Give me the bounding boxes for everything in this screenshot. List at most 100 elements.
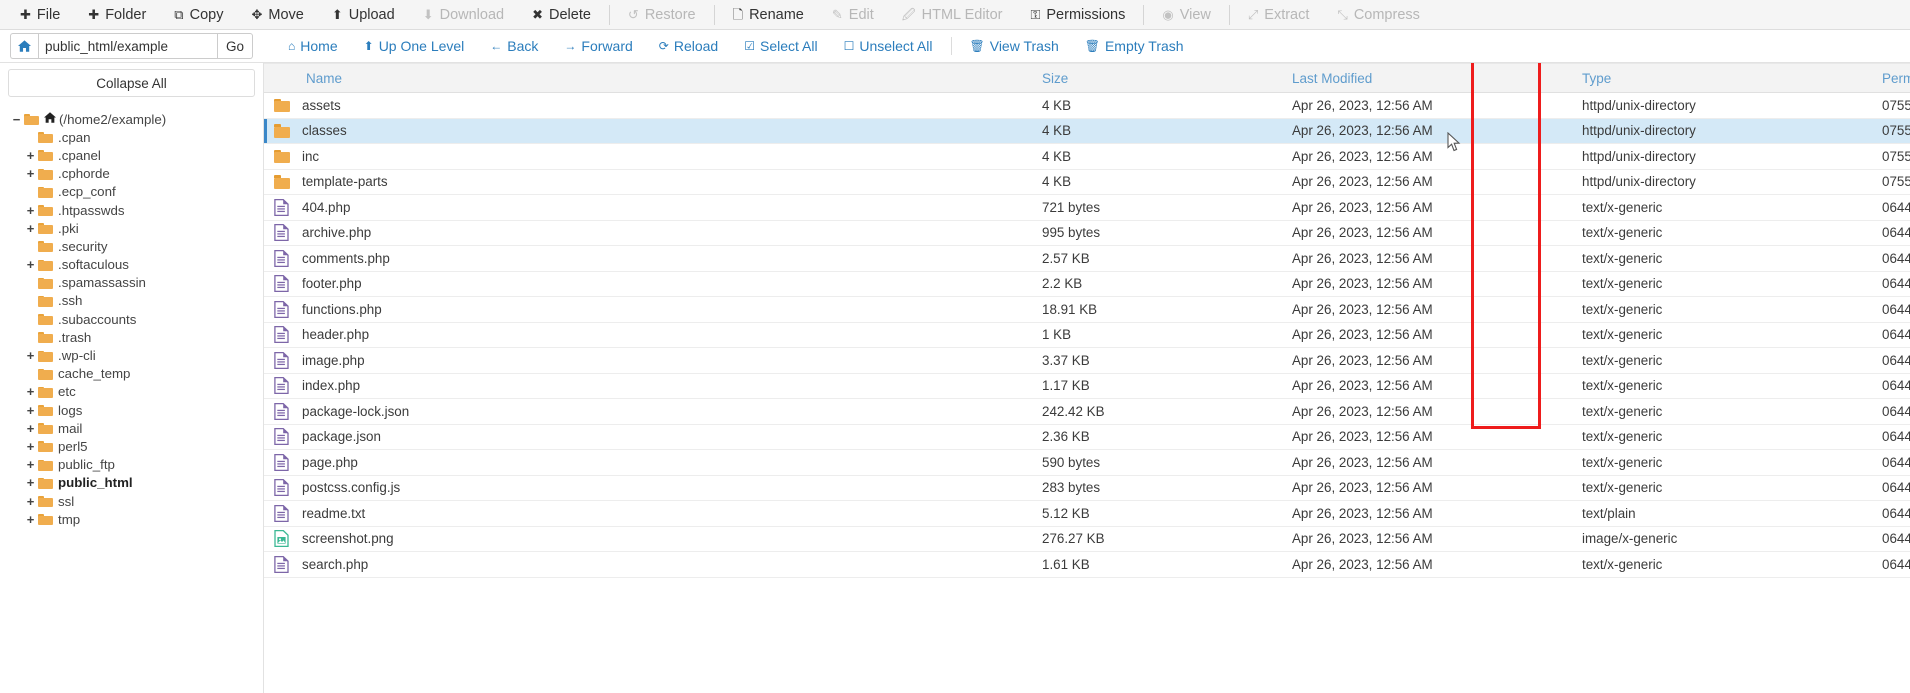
- nav-button-view-trash[interactable]: 🗑 View Trash: [957, 38, 1072, 54]
- cell-name[interactable]: package.json: [264, 424, 1034, 450]
- expand-icon[interactable]: +: [24, 348, 37, 363]
- table-row[interactable]: page.php 590 bytes Apr 26, 2023, 12:56 AM t…: [264, 449, 1910, 476]
- cell-name[interactable]: page.php: [264, 449, 1034, 476]
- expand-icon[interactable]: +: [24, 384, 37, 399]
- cell-name[interactable]: template-parts: [264, 169, 1034, 195]
- expand-icon[interactable]: +: [24, 403, 37, 418]
- nav-button-empty-trash[interactable]: 🗑 Empty Trash: [1072, 38, 1197, 54]
- column-header-name[interactable]: Name: [264, 63, 1034, 93]
- table-row[interactable]: 404.php 721 bytes Apr 26, 2023, 12:56 AM te…: [264, 194, 1910, 221]
- tree-node-.cpan[interactable]: .cpan: [10, 128, 263, 146]
- tree-node-.spamassassin[interactable]: .spamassassin: [10, 274, 263, 292]
- nav-button-select-all[interactable]: ☑ Select All: [731, 38, 830, 54]
- tree-node-cache_temp[interactable]: cache_temp: [10, 365, 263, 383]
- cell-name[interactable]: assets: [264, 92, 1034, 119]
- nav-button-reload[interactable]: ⟳ Reload: [646, 38, 731, 54]
- cell-name[interactable]: inc: [264, 143, 1034, 170]
- tree-node-logs[interactable]: + logs: [10, 401, 263, 419]
- table-row[interactable]: screenshot.png 276.27 KB Apr 26, 2023, 12:…: [264, 526, 1910, 552]
- column-header-modified[interactable]: Last Modified: [1284, 63, 1574, 93]
- toolbar-button-rename[interactable]: 🗋 Rename: [719, 1, 818, 29]
- table-row[interactable]: readme.txt 5.12 KB Apr 26, 2023, 12:56 AM t…: [264, 500, 1910, 527]
- table-row[interactable]: index.php 1.17 KB Apr 26, 2023, 12:56 AM te…: [264, 373, 1910, 399]
- toolbar-button-file[interactable]: ✚ File: [6, 1, 74, 29]
- collapse-all-button[interactable]: Collapse All: [8, 69, 255, 97]
- tree-node-perl5[interactable]: + perl5: [10, 437, 263, 455]
- toolbar-button-copy[interactable]: ⧉ Copy: [160, 1, 237, 29]
- table-row[interactable]: postcss.config.js 283 bytes Apr 26, 2023, …: [264, 475, 1910, 501]
- tree-node-.security[interactable]: .security: [10, 237, 263, 255]
- cell-name[interactable]: functions.php: [264, 296, 1034, 323]
- column-header-type[interactable]: Type: [1574, 63, 1874, 93]
- expand-icon[interactable]: +: [24, 148, 37, 163]
- tree-node-.pki[interactable]: + .pki: [10, 219, 263, 237]
- tree-node-public_ftp[interactable]: + public_ftp: [10, 456, 263, 474]
- home-icon[interactable]: [10, 33, 38, 59]
- expand-icon[interactable]: +: [24, 494, 37, 509]
- nav-button-home[interactable]: ⌂ Home: [275, 38, 351, 54]
- table-row[interactable]: comments.php 2.57 KB Apr 26, 2023, 12:56 A…: [264, 245, 1910, 272]
- cell-name[interactable]: footer.php: [264, 271, 1034, 297]
- table-row[interactable]: search.php 1.61 KB Apr 26, 2023, 12:56 AM t…: [264, 551, 1910, 578]
- table-row[interactable]: package-lock.json 242.42 KB Apr 26, 2023, …: [264, 398, 1910, 425]
- expand-icon[interactable]: +: [24, 257, 37, 272]
- cell-name[interactable]: readme.txt: [264, 500, 1034, 527]
- tree-node-home2example[interactable]: − (/home2/example): [10, 110, 263, 128]
- table-row[interactable]: archive.php 995 bytes Apr 26, 2023, 12:56 …: [264, 220, 1910, 246]
- toolbar-button-folder[interactable]: ✚ Folder: [74, 1, 160, 29]
- tree-node-public_html[interactable]: + public_html: [10, 474, 263, 492]
- expand-icon[interactable]: +: [24, 457, 37, 472]
- cell-name[interactable]: index.php: [264, 373, 1034, 399]
- tree-node-.softaculous[interactable]: + .softaculous: [10, 256, 263, 274]
- tree-node-.htpasswds[interactable]: + .htpasswds: [10, 201, 263, 219]
- cell-name[interactable]: classes: [264, 118, 1034, 144]
- tree-node-.subaccounts[interactable]: .subaccounts: [10, 310, 263, 328]
- cell-name[interactable]: 404.php: [264, 194, 1034, 221]
- expand-icon[interactable]: +: [24, 439, 37, 454]
- tree-node-.wp-cli[interactable]: + .wp-cli: [10, 346, 263, 364]
- cell-name[interactable]: screenshot.png: [264, 526, 1034, 552]
- collapse-icon[interactable]: −: [10, 112, 23, 127]
- tree-node-.ecp_conf[interactable]: .ecp_conf: [10, 183, 263, 201]
- table-row[interactable]: image.php 3.37 KB Apr 26, 2023, 12:56 AM te…: [264, 347, 1910, 374]
- table-row[interactable]: classes 4 KB Apr 26, 2023, 12:56 AM httpd/u…: [264, 118, 1910, 144]
- toolbar-button-move[interactable]: ✥ Move: [237, 1, 317, 29]
- expand-icon[interactable]: +: [24, 221, 37, 236]
- nav-button-forward[interactable]: → Forward: [551, 38, 645, 54]
- table-row[interactable]: footer.php 2.2 KB Apr 26, 2023, 12:56 AM te…: [264, 271, 1910, 297]
- cell-name[interactable]: image.php: [264, 347, 1034, 374]
- tree-node-.cpanel[interactable]: + .cpanel: [10, 146, 263, 164]
- expand-icon[interactable]: +: [24, 166, 37, 181]
- path-input[interactable]: [38, 33, 218, 59]
- expand-icon[interactable]: +: [24, 203, 37, 218]
- cell-name[interactable]: archive.php: [264, 220, 1034, 246]
- toolbar-button-upload[interactable]: ⬆ Upload: [318, 1, 409, 29]
- table-row[interactable]: header.php 1 KB Apr 26, 2023, 12:56 AM text…: [264, 322, 1910, 348]
- toolbar-button-permissions[interactable]: ⚿ Permissions: [1016, 1, 1139, 29]
- expand-icon[interactable]: +: [24, 512, 37, 527]
- tree-node-tmp[interactable]: + tmp: [10, 510, 263, 528]
- cell-name[interactable]: comments.php: [264, 245, 1034, 272]
- cell-name[interactable]: package-lock.json: [264, 398, 1034, 425]
- tree-node-.cphorde[interactable]: + .cphorde: [10, 165, 263, 183]
- nav-button-unselect-all[interactable]: ☐ Unselect All: [831, 38, 946, 54]
- table-row[interactable]: inc 4 KB Apr 26, 2023, 12:56 AM httpd/unix-…: [264, 143, 1910, 170]
- expand-icon[interactable]: +: [24, 421, 37, 436]
- tree-node-.trash[interactable]: .trash: [10, 328, 263, 346]
- nav-button-up-one-level[interactable]: ⬆ Up One Level: [351, 38, 478, 54]
- column-header-size[interactable]: Size: [1034, 63, 1284, 93]
- tree-node-.ssh[interactable]: .ssh: [10, 292, 263, 310]
- table-row[interactable]: functions.php 18.91 KB Apr 26, 2023, 12:56…: [264, 296, 1910, 323]
- cell-name[interactable]: header.php: [264, 322, 1034, 348]
- tree-node-mail[interactable]: + mail: [10, 419, 263, 437]
- table-row[interactable]: template-parts 4 KB Apr 26, 2023, 12:56 AM…: [264, 169, 1910, 195]
- tree-node-ssl[interactable]: + ssl: [10, 492, 263, 510]
- toolbar-button-delete[interactable]: ✖ Delete: [518, 1, 605, 29]
- cell-name[interactable]: search.php: [264, 551, 1034, 578]
- nav-button-back[interactable]: ← Back: [477, 38, 551, 54]
- table-row[interactable]: package.json 2.36 KB Apr 26, 2023, 12:56 A…: [264, 424, 1910, 450]
- column-header-permissions[interactable]: Permissions: [1874, 63, 1910, 93]
- cell-name[interactable]: postcss.config.js: [264, 475, 1034, 501]
- table-row[interactable]: assets 4 KB Apr 26, 2023, 12:56 AM httpd/un…: [264, 92, 1910, 119]
- expand-icon[interactable]: +: [24, 475, 37, 490]
